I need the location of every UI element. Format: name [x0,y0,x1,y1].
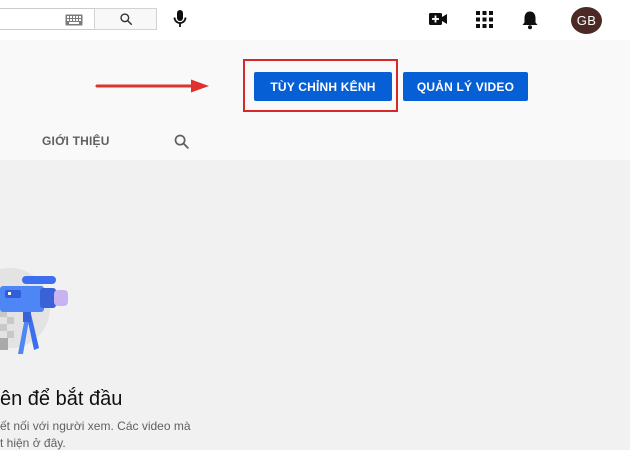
customize-channel-button[interactable]: TÙY CHỈNH KÊNH [254,72,392,101]
empty-state-title: ên để bắt đầu [0,388,123,410]
keyboard-icon[interactable] [65,13,83,31]
search-input[interactable] [0,9,67,29]
search-button[interactable] [94,8,157,30]
empty-state-description-2: t hiện ở đây. [0,436,66,450]
apps-icon[interactable] [476,11,493,33]
manage-videos-button[interactable]: QUẢN LÝ VIDEO [403,72,528,101]
avatar[interactable]: GB [571,7,602,34]
masthead: GB [0,0,630,40]
channel-search-icon[interactable] [173,133,190,155]
empty-state-description: ết nối với người xem. Các video mà [0,419,191,433]
create-video-icon[interactable] [428,10,448,33]
bell-icon[interactable] [521,10,539,35]
camera-illustration [0,262,80,367]
tab-about[interactable]: GIỚI THIỆU [42,134,110,148]
search-box [0,8,94,30]
mic-icon[interactable] [172,9,188,34]
arrow-icon [95,78,211,99]
search-icon [120,13,133,26]
